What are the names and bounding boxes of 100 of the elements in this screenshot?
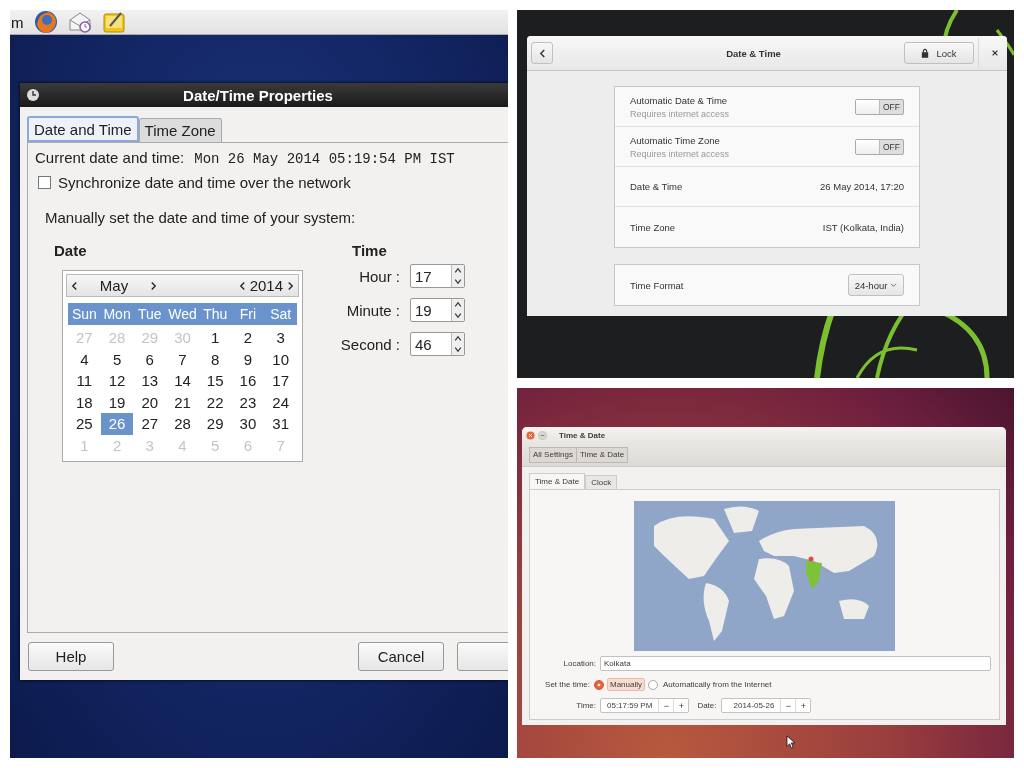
clock-icon xyxy=(26,88,40,102)
browser-icon[interactable] xyxy=(33,10,58,34)
dropdown[interactable]: 24-hour xyxy=(848,274,904,296)
mouse-pointer-icon xyxy=(786,735,795,749)
year-label: 2014 xyxy=(249,277,283,294)
weekday-label: Mon xyxy=(102,306,132,322)
help-button[interactable]: Help xyxy=(28,642,114,671)
calendar-day[interactable]: 17 xyxy=(264,370,297,392)
location-field[interactable]: Kolkata xyxy=(600,656,991,671)
checkbox[interactable] xyxy=(38,176,51,189)
calendar-day[interactable]: 2 xyxy=(231,327,265,349)
field-label: Time: xyxy=(575,701,597,710)
calendar-day[interactable]: 5 xyxy=(100,348,134,371)
breadcrumb-button[interactable]: All Settings xyxy=(529,446,578,463)
toggle-switch[interactable]: OFF xyxy=(855,98,904,115)
stepper-button[interactable]: + xyxy=(673,699,689,712)
calendar-day[interactable]: 24 xyxy=(264,391,297,414)
lock-button[interactable]: Lock xyxy=(904,42,974,64)
close-icon[interactable] xyxy=(991,49,999,57)
setting-value[interactable]: IST (Kolkata, India) xyxy=(822,221,904,233)
weekday-label: Thu xyxy=(202,306,229,322)
month-label: May xyxy=(98,277,130,294)
calendar-day[interactable]: 1 xyxy=(198,327,232,349)
chevron-right-icon[interactable] xyxy=(150,280,157,291)
calendar-day[interactable]: 7 xyxy=(166,348,199,371)
weekday-label: Fri xyxy=(238,306,258,322)
calendar-day[interactable]: 19 xyxy=(100,391,134,414)
stepper-value[interactable]: 2014-05-26 xyxy=(721,699,781,712)
window-title: Date & Time xyxy=(725,47,782,59)
calendar-day[interactable]: 6 xyxy=(133,348,167,371)
calendar-day[interactable]: 14 xyxy=(166,370,199,392)
breadcrumb-button[interactable]: Time & Date xyxy=(577,446,629,463)
weekday-label: Sun xyxy=(70,306,98,322)
calendar-day[interactable]: 18 xyxy=(68,391,101,414)
setting-title: Automatic Time Zone xyxy=(630,134,721,146)
calendar-day[interactable]: 4 xyxy=(68,348,101,371)
menu-label[interactable]: m xyxy=(11,13,24,31)
calendar-day[interactable]: 31 xyxy=(264,413,297,435)
back-button[interactable] xyxy=(531,42,553,64)
notepad-icon[interactable] xyxy=(101,10,126,34)
calendar-day[interactable]: 25 xyxy=(68,413,101,435)
chevron-left-icon xyxy=(538,48,546,58)
radio-label[interactable]: Manually xyxy=(607,678,645,691)
chevron-down-icon xyxy=(890,282,898,288)
calendar-day[interactable]: 29 xyxy=(198,413,232,435)
calendar-day[interactable]: 23 xyxy=(231,391,265,414)
chevron-right-icon[interactable] xyxy=(287,280,294,291)
spin-arrows-icon[interactable] xyxy=(451,299,464,321)
calendar-day[interactable]: 20 xyxy=(133,391,167,414)
calendar-day[interactable]: 13 xyxy=(133,370,167,392)
calendar-day[interactable]: 11 xyxy=(68,370,101,392)
calendar-day[interactable]: 28 xyxy=(166,413,199,435)
spin-field[interactable]: 46 xyxy=(410,332,465,356)
stepper-button[interactable]: + xyxy=(795,699,811,712)
weekday-label: Tue xyxy=(136,306,163,322)
spinner-label: Minute : xyxy=(345,301,400,319)
weekday-label: Sat xyxy=(269,306,293,322)
cancel-button[interactable]: Cancel xyxy=(358,642,444,671)
tab[interactable]: Time Zone xyxy=(138,118,222,142)
chevron-left-icon[interactable] xyxy=(238,280,246,291)
setting-value[interactable]: 26 May 2014, 17:20 xyxy=(820,181,904,192)
calendar-day[interactable]: 30 xyxy=(231,413,265,435)
calendar-day[interactable]: 27 xyxy=(133,413,167,435)
calendar-day[interactable]: 10 xyxy=(264,348,297,371)
calendar-day[interactable]: 12 xyxy=(100,370,134,392)
radio-label[interactable]: Automatically from the Internet xyxy=(661,679,774,690)
section-label: Manually set the date and time of your system: xyxy=(45,209,357,226)
current-time-value: Mon 26 May 2014 05:19:54 PM IST xyxy=(194,151,455,167)
mail-clock-icon[interactable] xyxy=(67,10,92,34)
setting-subtitle: Requires internet access xyxy=(630,108,730,119)
spin-arrows-icon[interactable] xyxy=(451,265,464,287)
spinner-label: Hour : xyxy=(358,267,400,285)
radio-button[interactable] xyxy=(648,679,658,690)
date-heading: Date xyxy=(54,242,88,259)
calendar-day[interactable]: 3 xyxy=(264,327,297,349)
toggle-switch[interactable]: OFF xyxy=(855,138,904,155)
window-title: Time & Date xyxy=(559,430,606,440)
minimize-icon[interactable] xyxy=(538,430,547,440)
spinner-label: Second : xyxy=(339,335,400,353)
tab[interactable]: Time & Date xyxy=(529,473,586,489)
spin-arrows-icon[interactable] xyxy=(451,333,464,355)
field-label: Location: xyxy=(562,659,597,668)
calendar-day[interactable]: 15 xyxy=(198,370,232,392)
calendar-day[interactable]: 21 xyxy=(166,391,199,414)
calendar-day[interactable]: 22 xyxy=(198,391,232,414)
calendar-day[interactable]: 9 xyxy=(231,348,265,371)
spin-field[interactable]: 17 xyxy=(410,264,465,288)
stepper-value[interactable]: 05:17:59 PM xyxy=(601,699,659,712)
calendar-day[interactable]: 8 xyxy=(198,348,232,371)
chevron-left-icon[interactable] xyxy=(71,280,78,291)
radio-button[interactable] xyxy=(594,679,604,690)
setting-title: Time Zone xyxy=(630,221,676,233)
checkbox-label[interactable]: Synchronize date and time over the network xyxy=(58,174,351,191)
spin-field[interactable]: 19 xyxy=(410,298,465,322)
setting-title: Time Format xyxy=(630,279,684,291)
tab[interactable]: Clock xyxy=(585,475,618,489)
setting-title: Date & Time xyxy=(630,181,683,192)
lock-icon xyxy=(921,48,930,58)
tab[interactable]: Date and Time xyxy=(27,116,139,142)
calendar-day[interactable]: 16 xyxy=(231,370,265,392)
